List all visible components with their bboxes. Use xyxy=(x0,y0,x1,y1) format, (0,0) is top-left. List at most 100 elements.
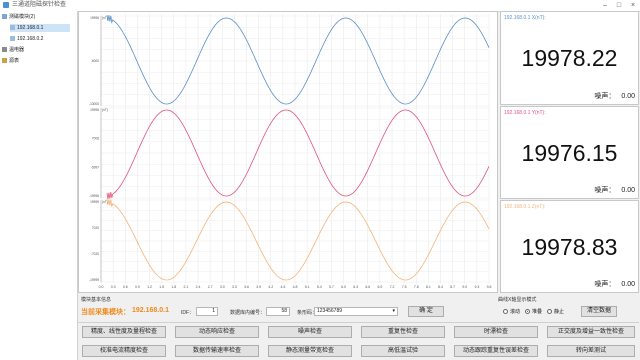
waveform-plot-area[interactable]: 0.0 0.3 0.6 0.9 1.2 1.5 1.8 2.1 2.4 2.7 3.0 3.3 3.6 3… xyxy=(78,11,498,293)
mode-radio-stack[interactable]: 堆叠 xyxy=(525,309,542,315)
tree-item-device-1[interactable]: 192.168.0.1 xyxy=(10,24,70,32)
accuracy-linearity-check-button[interactable]: 精度、线性度及量程检查 xyxy=(82,326,166,338)
tree-item-label: 源表 xyxy=(9,58,20,64)
tree-item-temperature[interactable]: 温电器 xyxy=(2,46,24,54)
noise-value: 0.00 xyxy=(621,187,635,194)
x-tick-label: 8.4 xyxy=(438,285,443,289)
control-section: 模块基本信息 曲线X轴显示模式 当前采集模块： 192.168.0.1 IDF：… xyxy=(78,295,639,360)
window-title: 三通道阻磁探针检查 xyxy=(12,2,67,8)
noise-label: 噪声： xyxy=(594,187,616,194)
repeatability-check-button[interactable]: 重复性检查 xyxy=(361,326,445,338)
waveform-line-x xyxy=(106,14,490,105)
clear-data-button[interactable]: 清空数据 xyxy=(581,306,617,317)
seq-field[interactable]: 58 xyxy=(266,307,290,316)
device-tree: 测磁模块(2) 192.168.0.1 192.168.0.2 温电器 源表 xyxy=(0,11,78,360)
heading-error-test-button[interactable]: 转向差测试 xyxy=(547,345,635,357)
current-module-label: 当前采集模块： xyxy=(81,309,130,316)
barcode-input[interactable]: 123456789 ▾ xyxy=(314,307,398,316)
data-rate-check-button[interactable]: 数据传输速率检查 xyxy=(175,345,259,357)
x-tick-label: 3.3 xyxy=(232,285,237,289)
maximize-icon[interactable]: □ xyxy=(612,0,626,11)
dynamic-response-check-button[interactable]: 动态响应检查 xyxy=(175,326,259,338)
radio-dot[interactable] xyxy=(525,309,530,315)
confirm-button[interactable]: 确 定 xyxy=(408,306,444,317)
mode-radio-scroll[interactable]: 滚动 xyxy=(503,309,520,315)
y-tick-label: 7006 xyxy=(92,137,99,141)
tracking-repeatability-check-button[interactable]: 动态跟踪重复性误差检查 xyxy=(454,345,538,357)
y-tick-label: -5997 xyxy=(91,165,99,169)
y-axis-label: (nT) xyxy=(102,108,108,112)
x-tick-label: 7.5 xyxy=(402,285,407,289)
x-tick-label: 5.1 xyxy=(305,285,310,289)
x-tick-label: 9.0 xyxy=(462,285,467,289)
y-tick-label: 7020 xyxy=(92,226,99,230)
tree-item-module-group[interactable]: 测磁模块(2) xyxy=(2,13,35,21)
x-tick-label: 6.9 xyxy=(377,285,382,289)
idf-field[interactable]: 1 xyxy=(196,307,218,316)
time-drift-check-button[interactable]: 时漂检查 xyxy=(454,326,538,338)
x-tick-label: 1.5 xyxy=(159,285,164,289)
x-tick-label: 8.1 xyxy=(426,285,431,289)
barcode-value: 123456789 xyxy=(317,308,343,314)
folder-icon xyxy=(2,14,7,20)
z-axis-panel: 192.168.0.1 Z(nT): 19978.83 噪声： 0.00 xyxy=(500,200,639,293)
mode-radio-static[interactable]: 静止 xyxy=(547,309,564,315)
x-tick-label: 1.8 xyxy=(171,285,176,289)
tree-item-source-meter[interactable]: 源表 xyxy=(2,57,19,65)
x-tick-label: 9.3 xyxy=(474,285,479,289)
x-tick-label: 4.5 xyxy=(280,285,285,289)
x-tick-label: 3.6 xyxy=(244,285,249,289)
y-panel-label: 192.168.0.1 Y(nT): xyxy=(504,110,546,116)
noise-check-button[interactable]: 噪声检查 xyxy=(268,326,352,338)
x-tick-label: 2.4 xyxy=(196,285,201,289)
waveform-line-y xyxy=(106,109,490,200)
x-tick-label: 0.3 xyxy=(111,285,116,289)
static-bandwidth-check-button[interactable]: 静态测量带宽检查 xyxy=(268,345,352,357)
x-tick-label: 6.6 xyxy=(365,285,370,289)
y-tick-label: 19996 xyxy=(90,16,99,20)
y-tick-label: -6000 xyxy=(91,59,99,63)
app-icon xyxy=(3,2,9,8)
tree-item-device-2[interactable]: 192.168.0.2 xyxy=(10,35,43,43)
device-icon xyxy=(10,36,15,42)
y-tick-label: -13000 xyxy=(89,102,99,106)
minimize-icon[interactable]: – xyxy=(598,0,612,11)
radio-label: 堆叠 xyxy=(532,309,543,315)
seq-label: 数据库内编号： xyxy=(230,310,266,316)
device-icon xyxy=(10,25,15,31)
close-icon[interactable]: × xyxy=(626,0,640,11)
y-tick-label: 19999 xyxy=(90,200,99,204)
radio-dot[interactable] xyxy=(503,309,508,315)
y-axis-panel: 192.168.0.1 Y(nT): 19976.15 噪声： 0.00 xyxy=(500,106,639,199)
x-tick-label: 4.2 xyxy=(268,285,273,289)
noise-label: 噪声： xyxy=(594,93,616,100)
waveform-line-z xyxy=(106,198,490,281)
idf-label: IDF： xyxy=(181,310,195,316)
x-tick-label: 1.2 xyxy=(147,285,152,289)
tree-item-label: 测磁模块(2) xyxy=(9,14,36,20)
x-panel-label: 192.168.0.1 X(nT): xyxy=(504,15,546,21)
z-noise: 噪声： 0.00 xyxy=(588,279,635,289)
x-tick-label: 6.3 xyxy=(353,285,358,289)
y-value: 19976.15 xyxy=(521,140,618,166)
calibration-current-check-button[interactable]: 校准电流精度检查 xyxy=(82,345,166,357)
x-axis-panel: 192.168.0.1 X(nT): 19978.22 噪声： 0.00 xyxy=(500,11,639,105)
orthogonality-gain-check-button[interactable]: 正交度及增益一致性检查 xyxy=(547,326,635,338)
chevron-down-icon[interactable]: ▾ xyxy=(392,308,395,315)
y-noise: 噪声： 0.00 xyxy=(588,185,635,195)
x-tick-label: 3.9 xyxy=(256,285,261,289)
x-tick-label: 2.1 xyxy=(183,285,188,289)
x-tick-label: 7.2 xyxy=(390,285,395,289)
x-tick-label: 0.6 xyxy=(123,285,128,289)
radio-dot[interactable] xyxy=(547,309,552,315)
x-tick-label: 5.4 xyxy=(317,285,322,289)
temperature-test-button[interactable]: 高低温试验 xyxy=(361,345,445,357)
x-noise: 噪声： 0.00 xyxy=(588,91,635,101)
radio-label: 滚动 xyxy=(510,309,521,315)
y-tick-label: -19996 xyxy=(89,194,99,198)
divider xyxy=(78,322,639,323)
section-label: 模块基本信息 xyxy=(81,297,112,303)
x-tick-label: 3.0 xyxy=(220,285,225,289)
thermometer-icon xyxy=(2,47,7,53)
x-tick-label: 8.7 xyxy=(450,285,455,289)
